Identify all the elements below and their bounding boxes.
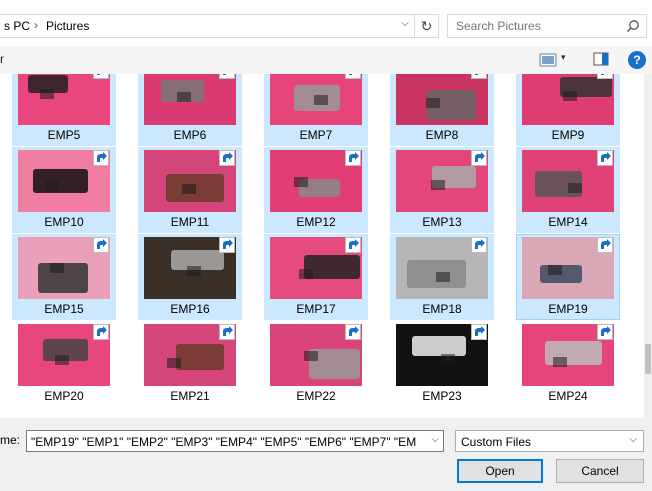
file-name-label: me:: [0, 433, 21, 447]
file-name-label: EMP9: [551, 128, 585, 142]
shortcut-arrow-icon: [219, 237, 235, 253]
file-item[interactable]: EMP13: [390, 147, 494, 233]
file-name-label: EMP24: [548, 389, 588, 403]
shortcut-arrow-icon: [345, 74, 361, 79]
open-button[interactable]: Open: [457, 459, 543, 483]
file-item[interactable]: EMP12: [264, 147, 368, 233]
file-name-label: EMP11: [170, 215, 210, 229]
shortcut-arrow-icon: [471, 74, 487, 79]
help-icon[interactable]: ?: [628, 51, 646, 69]
shortcut-arrow-icon: [345, 237, 361, 253]
shortcut-arrow-icon: [219, 150, 235, 166]
file-item[interactable]: EMP20: [12, 321, 116, 407]
file-type-value: Custom Files: [461, 435, 532, 449]
command-bar: r ▾ ?: [0, 46, 652, 74]
file-name-combobox[interactable]: ⌵: [26, 430, 444, 452]
file-type-dropdown-icon[interactable]: ⌵: [629, 434, 637, 445]
shortcut-arrow-icon: [597, 237, 613, 253]
file-item[interactable]: EMP9: [516, 74, 620, 146]
file-thumbnail: [144, 74, 236, 125]
breadcrumb-this-pc[interactable]: s PC: [4, 19, 30, 33]
change-view-icon[interactable]: [539, 53, 557, 67]
shortcut-arrow-icon: [219, 324, 235, 340]
file-name-label: EMP10: [44, 215, 84, 229]
shortcut-arrow-icon: [597, 150, 613, 166]
file-item[interactable]: EMP6: [138, 74, 242, 146]
preview-pane-icon[interactable]: [593, 52, 609, 66]
file-item[interactable]: EMP21: [138, 321, 242, 407]
new-folder-button[interactable]: r: [0, 52, 4, 66]
navigation-bar: s PC › Pictures ⌵ ↻: [0, 0, 652, 46]
file-item[interactable]: EMP19: [516, 234, 620, 320]
shortcut-arrow-icon: [471, 237, 487, 253]
file-name-label: EMP5: [47, 128, 81, 142]
file-name-label: EMP6: [173, 128, 207, 142]
file-item[interactable]: EMP24: [516, 321, 620, 407]
vertical-scrollbar[interactable]: [644, 74, 652, 418]
file-name-label: EMP16: [170, 302, 210, 316]
address-history-chevron-icon[interactable]: ⌵: [396, 18, 414, 34]
shortcut-arrow-icon: [93, 150, 109, 166]
shortcut-arrow-icon: [93, 237, 109, 253]
file-item[interactable]: EMP8: [390, 74, 494, 146]
file-thumbnail: [396, 74, 488, 125]
file-name-label: EMP19: [548, 302, 588, 316]
file-item[interactable]: EMP17: [264, 234, 368, 320]
file-name-label: EMP12: [296, 215, 336, 229]
file-name-label: EMP15: [44, 302, 84, 316]
file-list[interactable]: EMP5 EMP6 EMP7 EMP8 EMP9 EMP10 EMP11 EMP12 EMP13…: [0, 74, 644, 418]
shortcut-arrow-icon: [93, 324, 109, 340]
address-bar[interactable]: s PC › Pictures ⌵ ↻: [0, 14, 439, 38]
refresh-icon[interactable]: ↻: [414, 15, 438, 37]
breadcrumb-pictures[interactable]: Pictures: [46, 19, 89, 33]
file-name-label: EMP18: [422, 302, 462, 316]
shortcut-arrow-icon: [597, 324, 613, 340]
shortcut-arrow-icon: [597, 74, 613, 79]
file-name-label: EMP13: [422, 215, 462, 229]
view-options-dropdown-icon[interactable]: ▾: [561, 52, 566, 63]
scrollbar-thumb[interactable]: [645, 344, 651, 374]
search-icon[interactable]: [626, 19, 640, 33]
file-name-label: EMP8: [425, 128, 459, 142]
file-name-label: EMP20: [44, 389, 84, 403]
file-name-input[interactable]: [31, 435, 416, 449]
file-item[interactable]: EMP23: [390, 321, 494, 407]
file-name-label: EMP21: [170, 389, 210, 403]
search-box[interactable]: [447, 14, 647, 38]
file-type-select[interactable]: Custom Files ⌵: [455, 430, 644, 452]
shortcut-arrow-icon: [219, 74, 235, 79]
file-item[interactable]: EMP7: [264, 74, 368, 146]
search-input[interactable]: [456, 19, 616, 33]
file-name-label: EMP14: [548, 215, 588, 229]
file-thumbnail: [270, 74, 362, 125]
file-name-label: EMP22: [296, 389, 336, 403]
file-item[interactable]: EMP11: [138, 147, 242, 233]
file-name-label: EMP7: [299, 128, 333, 142]
file-name-label: EMP23: [422, 389, 462, 403]
cancel-button[interactable]: Cancel: [556, 459, 644, 483]
file-thumbnail: [522, 74, 614, 125]
file-item[interactable]: EMP5: [12, 74, 116, 146]
breadcrumb-separator[interactable]: ›: [34, 18, 38, 32]
shortcut-arrow-icon: [345, 324, 361, 340]
file-name-label: EMP17: [296, 302, 336, 316]
file-item[interactable]: EMP14: [516, 147, 620, 233]
shortcut-arrow-icon: [93, 74, 109, 79]
file-item[interactable]: EMP15: [12, 234, 116, 320]
file-item[interactable]: EMP16: [138, 234, 242, 320]
file-name-dropdown-icon[interactable]: ⌵: [431, 434, 439, 445]
shortcut-arrow-icon: [471, 324, 487, 340]
shortcut-arrow-icon: [345, 150, 361, 166]
shortcut-arrow-icon: [471, 150, 487, 166]
file-item[interactable]: EMP18: [390, 234, 494, 320]
file-thumbnail: [18, 74, 110, 125]
file-item[interactable]: EMP10: [12, 147, 116, 233]
file-item[interactable]: EMP22: [264, 321, 368, 407]
